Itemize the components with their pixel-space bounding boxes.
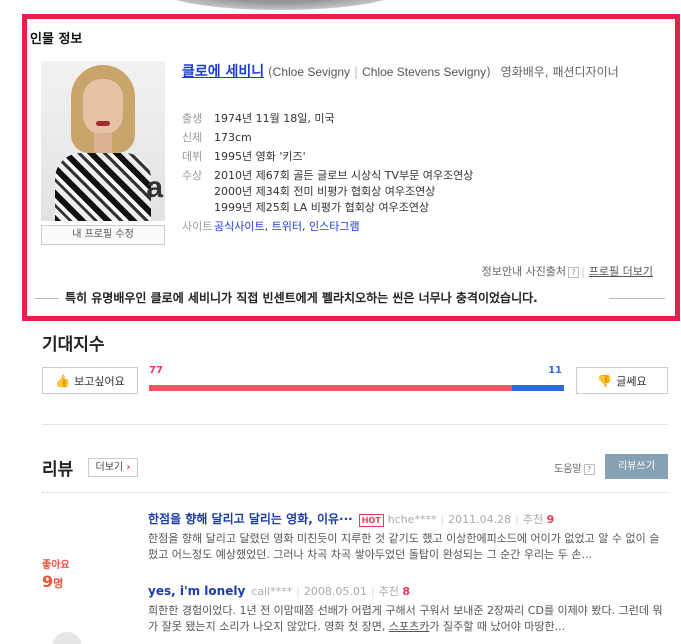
- expectation-title: 기대지수: [42, 335, 105, 355]
- review-item: yes, i'm lonely call**** | 2008.05.01 | 추천 8 …: [148, 582, 668, 635]
- reviews-title: 리뷰: [42, 460, 74, 480]
- birth-row: 출생 1974년 11월 18일, 미국: [182, 112, 335, 125]
- name-line: 클로에 세비니 (Chloe Sevigny | Chloe Stevens Sev…: [182, 64, 619, 80]
- review-title-link[interactable]: yes, i'm lonely: [148, 584, 245, 598]
- info-title: 인물 정보: [30, 32, 83, 47]
- like-count: 9명: [42, 572, 64, 591]
- english-name: Chloe Sevigny: [272, 65, 351, 79]
- profile-quote: 특히 유명배우인 클로에 세비니가 직접 빈센트에게 펠라치오하는 씬은 너무나…: [59, 289, 544, 307]
- edit-profile-button[interactable]: 내 프로필 수정: [41, 225, 165, 245]
- instagram-link[interactable]: 인스타그램: [309, 220, 360, 233]
- review-body[interactable]: 희한한 경험이었다. 1년 전 이맘때쯤 선배가 어렵게 구해서 구워서 보내준…: [148, 603, 668, 635]
- review-recommend: 추천 9: [522, 513, 555, 526]
- reviews-more-button[interactable]: 더보기 ›: [88, 458, 138, 477]
- award-row: 수상 2010년 제67회 골든 글로브 시상식 TV부문 여우조연상 2000…: [182, 169, 474, 214]
- help-icon: ?: [583, 463, 595, 475]
- full-english-name: Chloe Stevens Sevigny: [362, 65, 487, 79]
- avatar: [52, 632, 82, 644]
- not-count: 11: [548, 365, 562, 376]
- review-recommend: 추천 8: [378, 585, 411, 598]
- person-details: 출생 1974년 11월 18일, 미국 신체 173cm 데뷔 1995년 영…: [182, 111, 672, 238]
- award-item: 1999년 제25회 LA 비평가 협회상 여우조연상: [214, 201, 430, 214]
- profile-photo[interactable]: a: [41, 61, 165, 221]
- review-item: 한점을 향해 달리고 달리는 영화, 이유··· HOT hche**** | 2011…: [148, 510, 668, 563]
- info-source-label: 정보안내 사진출처: [481, 265, 567, 278]
- photo-backdrop-letter: a: [146, 171, 163, 204]
- hot-badge: HOT: [358, 513, 384, 527]
- official-site-link[interactable]: 공식사이트: [214, 220, 265, 233]
- write-review-button[interactable]: 리뷰쓰기: [605, 454, 668, 479]
- person-job: 영화배우, 패션디자이너: [500, 65, 619, 79]
- thumbs-down-icon: 👎: [597, 373, 613, 388]
- review-title-link[interactable]: 한점을 향해 달리고 달리는 영화, 이유···: [148, 512, 353, 526]
- info-source: 정보안내 사진출처? | 프로필 더보기: [481, 265, 653, 278]
- help-icon[interactable]: ?: [568, 266, 580, 278]
- review-date: 2008.05.01: [303, 585, 367, 598]
- person-name-link[interactable]: 클로에 세비니: [182, 64, 264, 80]
- expectation-bar: 77 11: [149, 365, 564, 393]
- section-divider: [42, 424, 668, 425]
- help-link[interactable]: 도움말?: [554, 460, 595, 475]
- reviews-divider: [42, 492, 668, 493]
- profile-more-link[interactable]: 프로필 더보기: [589, 265, 653, 278]
- chevron-right-icon: ›: [126, 462, 131, 473]
- want-to-see-button[interactable]: 👍 보고싶어요: [42, 367, 138, 394]
- award-item: 2010년 제67회 골든 글로브 시상식 TV부문 여우조연상: [214, 169, 474, 182]
- award-item: 2000년 제34회 전미 비평가 협회상 여우조연상: [214, 185, 436, 198]
- person-info-box: 인물 정보 a 내 프로필 수정 클로에 세비니 (Chloe Sevigny |…: [22, 14, 680, 321]
- quote-row: 특히 유명배우인 클로에 세비니가 직접 빈센트에게 펠라치오하는 씬은 너무나…: [35, 289, 665, 307]
- body-row: 신체 173cm: [182, 131, 252, 144]
- twitter-link[interactable]: 트위터: [272, 220, 302, 233]
- debut-row: 데뷔 1995년 영화 '키즈': [182, 150, 306, 163]
- like-label: 좋아요: [42, 560, 70, 571]
- expectation-fill: [149, 385, 513, 391]
- review-author[interactable]: call****: [251, 585, 292, 598]
- site-row: 사이트 공식사이트, 트위터, 인스타그램: [182, 220, 360, 233]
- expectation-track: [149, 385, 564, 391]
- thumbs-up-icon: 👍: [55, 373, 71, 388]
- not-sure-button[interactable]: 👎 글쎄요: [576, 367, 668, 394]
- review-body[interactable]: 한점을 향해 달리고 달렸던 영화 미친듯이 지루한 것 같기도 했고 이상한에…: [148, 531, 668, 563]
- review-author[interactable]: hche****: [388, 513, 437, 526]
- want-count: 77: [149, 365, 163, 376]
- review-date: 2011.04.28: [448, 513, 512, 526]
- top-photo-remnant: [160, 0, 400, 10]
